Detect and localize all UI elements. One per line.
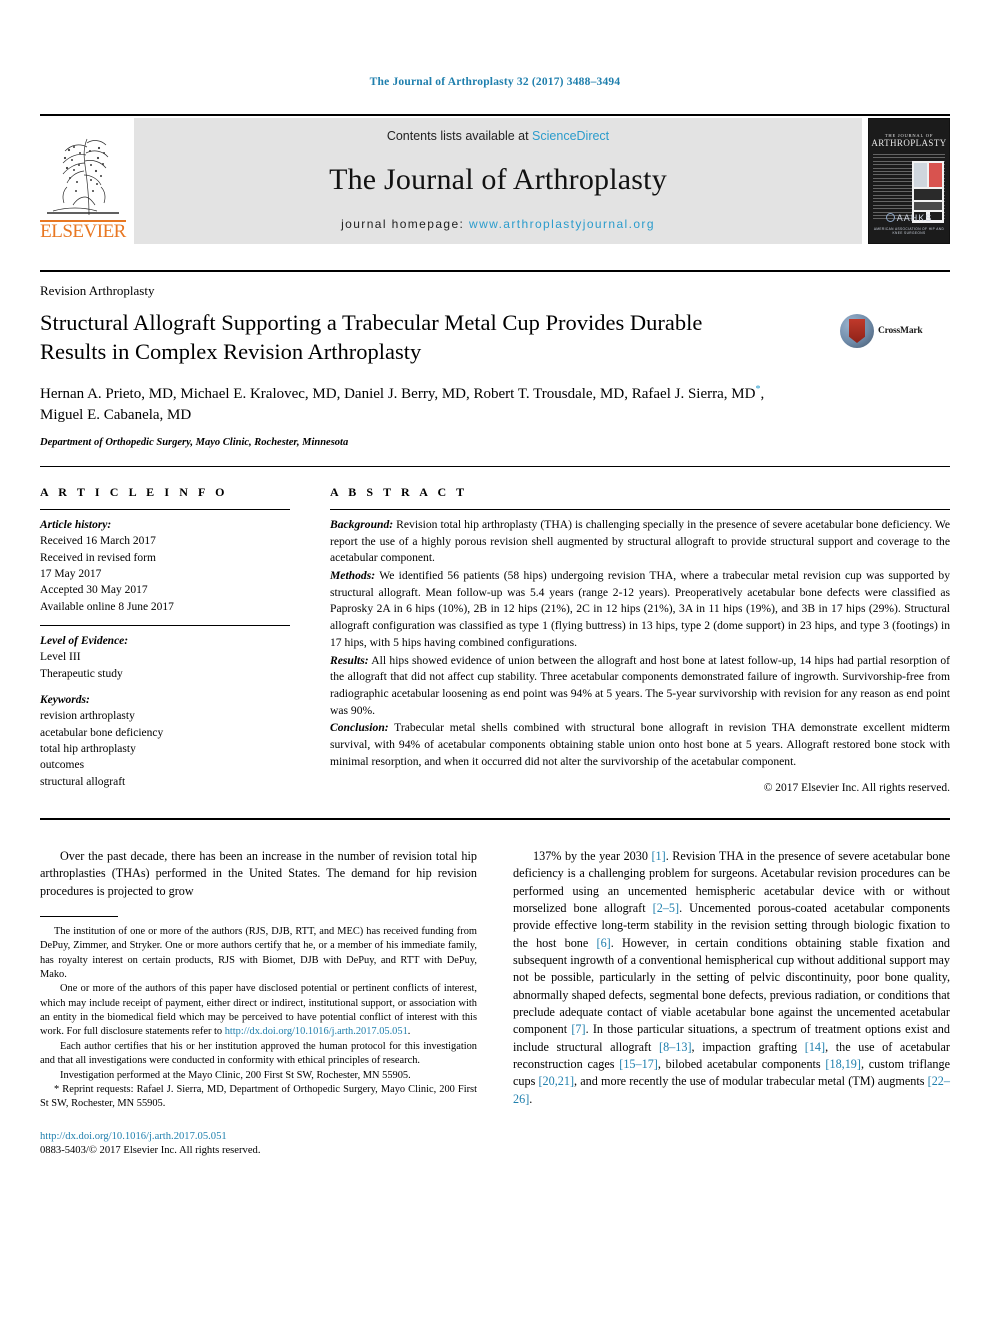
footer-doi-block: http://dx.doi.org/10.1016/j.arth.2017.05… [40,1130,477,1160]
body-text: , bilobed acetabular components [657,1056,826,1071]
level-of-evidence-values: Level III Therapeutic study [40,651,123,680]
abstract-copyright: © 2017 Elsevier Inc. All rights reserved… [763,782,950,795]
abstract-rule [330,509,950,510]
abstract-results-text: All hips showed evidence of union betwee… [330,653,950,717]
citation-link[interactable]: [14] [805,1040,825,1054]
citation-link[interactable]: [8–13] [659,1040,692,1054]
aahks-subtitle: AMERICAN ASSOCIATION OF HIP AND KNEE SUR… [873,227,945,235]
journal-cover-thumbnail: THE JOURNAL OF ARTHROPLASTY AAHKS AMERIC… [868,118,950,244]
intro-paragraph-left: Over the past decade, there has been an … [40,848,477,898]
article-history-label: Article history: [40,519,112,531]
article-info-heading: A R T I C L E I N F O [40,485,229,499]
authors-main: Hernan A. Prieto, MD, Michael E. Kralove… [40,385,756,402]
footnote-funding: The institution of one or more of the au… [40,925,477,980]
contents-prefix: Contents lists available at [386,129,533,143]
masthead-top-rule [40,114,950,116]
abstract-methods-label: Methods: [330,569,376,583]
body-text: , and more recently the use of modular t… [574,1074,928,1089]
article-history-group: Article history: Received 16 March 2017 … [40,517,290,615]
citation-link[interactable]: [15–17] [619,1057,658,1071]
homepage-prefix: journal homepage: [341,217,470,231]
crossmark-icon [840,314,874,348]
citation-link[interactable]: [7] [571,1022,585,1036]
keywords-values: revision arthroplasty acetabular bone de… [40,710,164,788]
body-text: 137% by the year 2030 [533,848,652,863]
journal-article-page: The Journal of Arthroplasty 32 (2017) 34… [0,0,990,1320]
abstract-conclusion: Conclusion: Trabecular metal shells comb… [330,720,950,770]
article-info-rule [40,509,290,510]
elsevier-tree-icon [47,138,119,216]
footnote-investigation-text: Investigation performed at the Mayo Clin… [60,1069,411,1081]
abstract-background: Background: Revision total hip arthropla… [330,517,950,567]
level-of-evidence-label: Level of Evidence: [40,634,129,647]
body-text: , impaction grafting [691,1039,805,1054]
affiliation: Department of Orthopedic Surgery, Mayo C… [40,437,349,448]
level-of-evidence-group: Level of Evidence: Level III Therapeutic… [40,633,290,682]
masthead-bottom-rule [40,270,950,272]
citation-link[interactable]: [20,21] [539,1074,575,1088]
body-right-column: 137% by the year 2030 [1]. Revision THA … [513,848,950,1159]
footnote-investigation: Investigation performed at the Mayo Clin… [40,1069,477,1112]
article-info-column: A R T I C L E I N F O Article history: R… [40,485,290,800]
abstract-methods: Methods: We identified 56 patients (58 h… [330,568,950,651]
abstract-heading: A B S T R A C T [330,485,468,499]
page-title: Structural Allograft Supporting a Trabec… [40,310,703,365]
article-history-values: Received 16 March 2017 Received in revis… [40,535,174,613]
aahks-name: AAHKS [896,213,933,223]
author-list: Hernan A. Prieto, MD, Michael E. Kralove… [40,383,770,428]
footnote-ethics: Each author certifies that his or her in… [40,1040,477,1067]
body-text: . [529,1091,533,1106]
citation-link[interactable]: [6] [597,936,611,950]
aahks-logo: AAHKS AMERICAN ASSOCIATION OF HIP AND KN… [869,208,949,235]
keywords-label: Keywords: [40,693,90,706]
citation-link[interactable]: [1] [652,849,666,863]
abstract-background-label: Background: [330,518,394,531]
title-block: Structural Allograft Supporting a Trabec… [40,308,950,448]
body-columns: Over the past decade, there has been an … [40,848,950,1159]
body-left-column: Over the past decade, there has been an … [40,848,477,1159]
running-head: The Journal of Arthroplasty 32 (2017) 34… [369,76,621,88]
abstract-column: A B S T R A C T Background: Revision tot… [330,485,950,800]
footer-issn-line: 0883-5403/© 2017 Elsevier Inc. All right… [40,1145,261,1157]
abstract-top-rule [40,466,950,467]
crossmark-badge[interactable]: CrossMark [840,308,950,348]
footnote-conflict-end: . [407,1026,411,1038]
cover-title-line2: ARTHROPLASTY [871,138,947,148]
abstract-conclusion-text: Trabecular metal shells combined with st… [330,721,950,768]
abstract-section: A R T I C L E I N F O Article history: R… [40,485,950,800]
citation-link[interactable]: [2–5] [653,901,679,915]
journal-banner: Contents lists available at ScienceDirec… [134,118,862,244]
journal-title: The Journal of Arthroplasty [329,163,667,196]
abstract-conclusion-label: Conclusion: [330,721,389,735]
journal-homepage-line: journal homepage: www.arthroplastyjourna… [341,217,655,231]
aahks-mark-icon [885,213,895,222]
footnote-conflict-link[interactable]: http://dx.doi.org/10.1016/j.arth.2017.05… [225,1026,408,1037]
abstract-methods-text: We identified 56 patients (58 hips) unde… [330,569,950,649]
citation-link[interactable]: [18,19] [825,1057,861,1071]
footnote-reprint-text: Reprint requests: Rafael J. Sierra, MD, … [40,1083,477,1110]
footnote-conflict: One or more of the authors of this paper… [40,982,477,1039]
abstract-bottom-rule [40,817,950,820]
crossmark-label: CrossMark [878,326,923,336]
footnote-rule [40,915,118,917]
article-info-separator [40,624,290,626]
sciencedirect-link[interactable]: ScienceDirect [532,129,609,143]
abstract-background-text: Revision total hip arthroplasty (THA) is… [330,518,950,565]
keywords-group: Keywords: revision arthroplasty acetabul… [40,692,290,790]
abstract-results-label: Results: [330,653,369,667]
journal-masthead: ELSEVIER Contents lists available at Sci… [40,118,950,244]
contents-line: Contents lists available at ScienceDirec… [387,129,609,143]
intro-paragraph-right: 137% by the year 2030 [1]. Revision THA … [513,848,950,1108]
footer-doi-link[interactable]: http://dx.doi.org/10.1016/j.arth.2017.05… [40,1130,477,1145]
abstract-results: Results: All hips showed evidence of uni… [330,653,950,720]
homepage-url-link[interactable]: www.arthroplastyjournal.org [469,217,655,231]
cover-title: THE JOURNAL OF ARTHROPLASTY [869,133,949,148]
elsevier-wordmark: ELSEVIER [40,220,126,243]
article-section-label: Revision Arthroplasty [40,283,155,298]
elsevier-logo: ELSEVIER [40,118,126,244]
